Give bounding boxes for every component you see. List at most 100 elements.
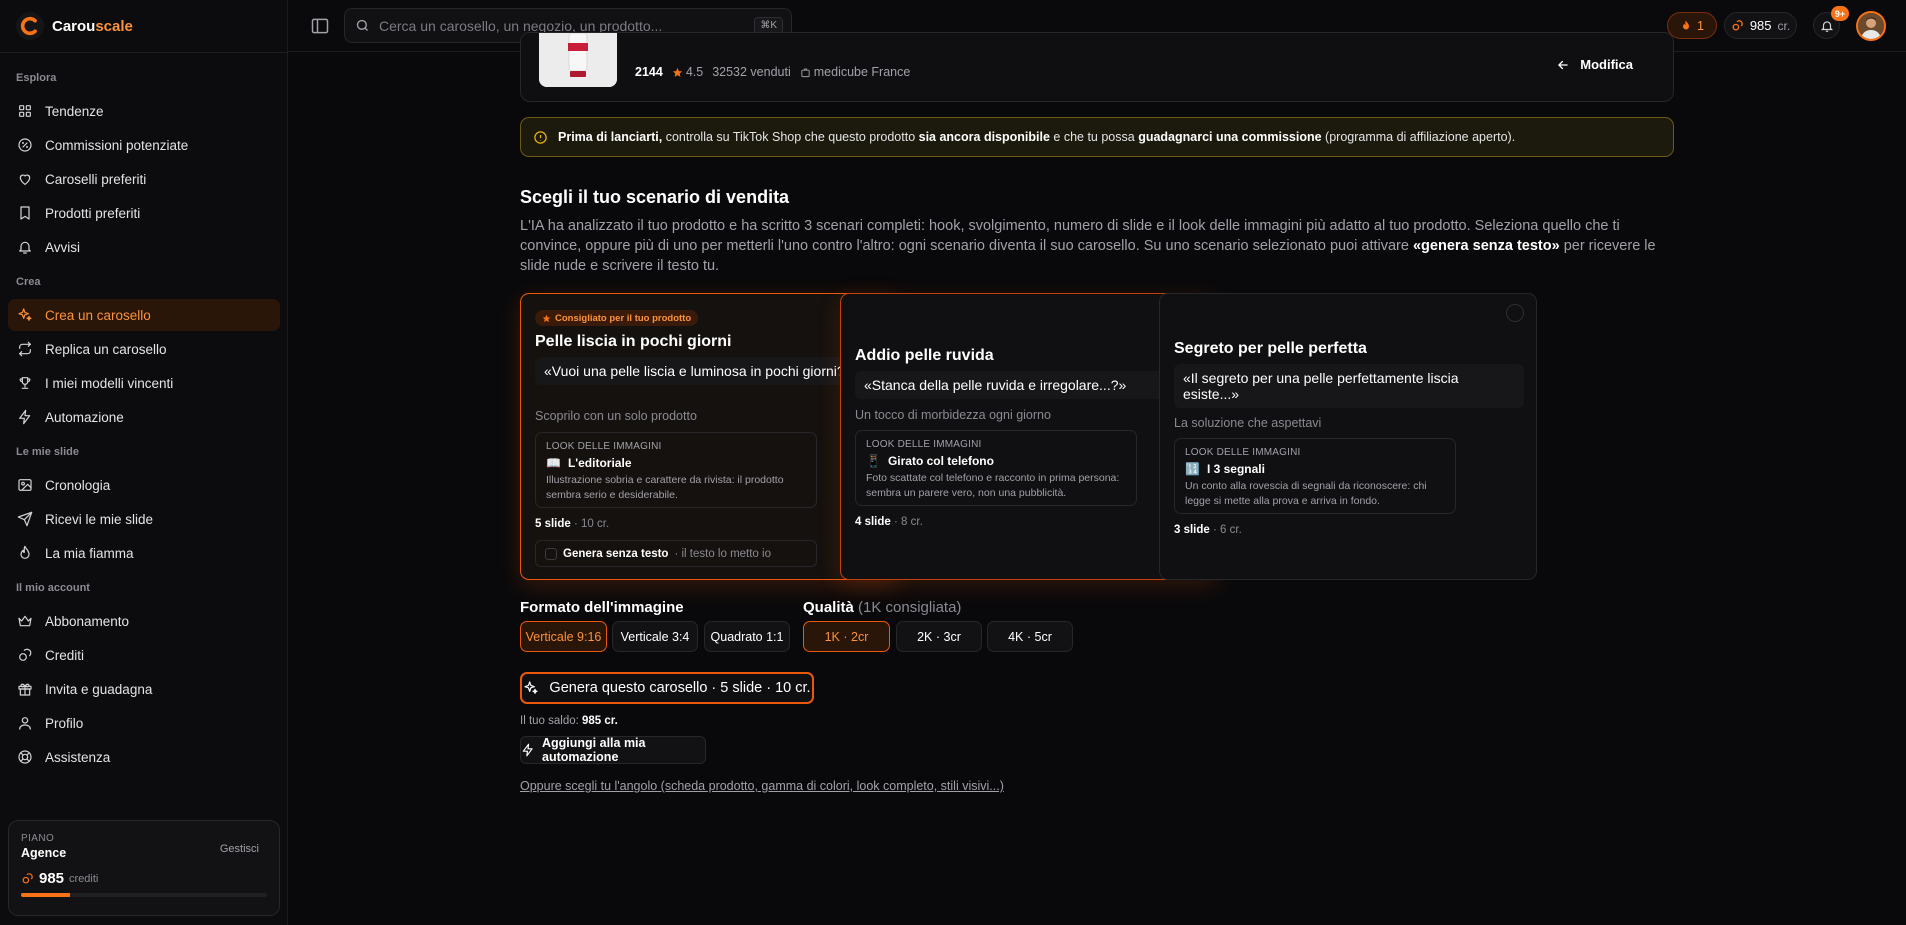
avatar[interactable] <box>1856 11 1886 41</box>
repeat-icon <box>17 341 33 357</box>
sidebar-item-caroselli-preferiti[interactable]: Caroselli preferiti <box>8 163 280 195</box>
alert-text: Prima di lanciarti, controlla su TikTok … <box>558 130 1516 144</box>
product-id: 2144 <box>635 65 663 79</box>
generate-carousel-button[interactable]: Genera questo carosello · 5 slide · 10 c… <box>520 672 814 704</box>
phone-icon: 📱 <box>866 454 881 468</box>
sidebar-item-assistenza[interactable]: Assistenza <box>8 741 280 773</box>
sparkles-icon <box>523 680 539 696</box>
sidebar-item-label: Replica un carosello <box>45 341 167 357</box>
scenario-subtitle: Un tocco di morbidezza ogni giorno <box>855 408 1051 422</box>
sidebar-item-la-mia-fiamma[interactable]: La mia fiamma <box>8 537 280 569</box>
scenario-hook: «Stanca della pelle ruvida e irregolare.… <box>855 371 1205 399</box>
trophy-icon <box>17 375 33 391</box>
scenario-hook: «Il segreto per una pelle perfettamente … <box>1174 364 1524 408</box>
format-option-3-4[interactable]: Verticale 3:4 <box>612 621 698 652</box>
format-option-9-16[interactable]: Verticale 9:16 <box>520 621 607 652</box>
scenario-card-3[interactable]: Segreto per pelle perfetta «Il segreto p… <box>1159 293 1537 580</box>
quality-option-4k[interactable]: 4K · 5cr <box>987 621 1073 652</box>
product-meta: 2144 4.5 32532 venduti medicube France <box>635 65 910 79</box>
quality-option-2k[interactable]: 2K · 3cr <box>896 621 982 652</box>
sidebar-item-label: I miei modelli vincenti <box>45 375 174 391</box>
scenario-title: Pelle liscia in pochi giorni <box>535 333 732 350</box>
logo[interactable]: Carouscale <box>16 12 133 40</box>
balance-text: Il tuo saldo: 985 cr. <box>520 715 618 727</box>
search-icon <box>355 18 370 33</box>
sidebar-item-automazione[interactable]: Automazione <box>8 401 280 433</box>
sidebar: Carouscale Esplora Tendenze Commissioni po… <box>0 0 288 925</box>
look-name: 📖 L'editoriale <box>546 456 632 470</box>
look-name: 🔢 I 3 segnali <box>1185 462 1265 476</box>
sidebar-section-title: Le mie slide <box>16 446 79 458</box>
sidebar-toggle-icon[interactable] <box>310 16 330 36</box>
notifications-button[interactable]: 9+ <box>1813 6 1849 39</box>
product-thumbnail <box>539 33 617 87</box>
sidebar-item-ricevi-le-mie-slide[interactable]: Ricevi le mie slide <box>8 503 280 535</box>
bookmark-icon <box>17 205 33 221</box>
sidebar-item-tendenze[interactable]: Tendenze <box>8 95 280 127</box>
availability-alert: Prima di lanciarti, controlla su TikTok … <box>520 117 1674 157</box>
scenario-slides: 4 slide · 8 cr. <box>855 516 923 528</box>
product-shop[interactable]: medicube France <box>800 65 910 79</box>
format-option-1-1[interactable]: Quadrato 1:1 <box>704 621 790 652</box>
streak-button[interactable]: 1 <box>1667 12 1717 39</box>
sidebar-section-title: Esplora <box>16 72 57 84</box>
quality-option-1k[interactable]: 1K · 2cr <box>803 621 890 652</box>
sidebar-item-avvisi[interactable]: Avvisi <box>8 231 280 263</box>
sidebar-item-profilo[interactable]: Profilo <box>8 707 280 739</box>
sidebar-section-title: Crea <box>16 276 41 288</box>
sidebar-section-title: Il mio account <box>16 582 90 594</box>
info-icon <box>533 130 548 145</box>
modify-label: Modifica <box>1580 57 1633 72</box>
plan-card: PIANO Agence Gestisci 985 crediti <box>8 820 280 916</box>
sidebar-item-cronologia[interactable]: Cronologia <box>8 469 280 501</box>
star-icon <box>542 314 551 323</box>
plan-usage-bar <box>21 893 267 897</box>
look-description: Foto scattate col telefono e racconto in… <box>866 472 1120 499</box>
manage-plan-link[interactable]: Gestisci <box>220 843 259 855</box>
product-rating: 4.5 <box>672 65 703 79</box>
sidebar-item-i-miei-modelli-vincenti[interactable]: I miei modelli vincenti <box>8 367 280 399</box>
credits-value: 985 <box>1749 18 1772 33</box>
sidebar-item-replica-un-carosello[interactable]: Replica un carosello <box>8 333 280 365</box>
scenario-subtitle: Scoprilo con un solo prodotto <box>535 409 697 423</box>
sidebar-item-label: Cronologia <box>45 477 111 493</box>
scenario-section-title: Scegli il tuo scenario di vendita <box>520 187 790 207</box>
add-to-automation-button[interactable]: Aggiungi alla mia automazione <box>520 736 706 764</box>
image-look-box: LOOK DELLE IMMAGINI 📱 Girato col telefono… <box>855 430 1137 506</box>
sidebar-item-label: Crediti <box>45 647 85 663</box>
select-radio-icon[interactable] <box>1506 304 1524 322</box>
zap-icon <box>521 743 535 757</box>
sidebar-item-crea-un-carosello[interactable]: Crea un carosello <box>8 299 280 331</box>
sidebar-item-label: Commissioni potenziate <box>45 137 189 153</box>
plan-usage-fill <box>21 893 71 897</box>
zap-icon <box>17 409 33 425</box>
sidebar-item-prodotti-preferiti[interactable]: Prodotti preferiti <box>8 197 280 229</box>
book-icon: 📖 <box>546 456 561 470</box>
product-card: 2144 4.5 32532 venduti medicube France M… <box>520 32 1674 102</box>
coins-icon <box>17 647 33 663</box>
modify-button[interactable]: Modifica <box>1556 57 1633 72</box>
sidebar-item-crediti[interactable]: Crediti <box>8 639 280 671</box>
no-text-checkbox[interactable] <box>545 547 557 560</box>
streak-count: 1 <box>1696 18 1705 33</box>
sidebar-item-label: Crea un carosello <box>45 307 151 323</box>
bell-icon <box>17 239 33 255</box>
scenario-section-description: L'IA ha analizzato il tuo prodotto e ha … <box>520 218 1656 274</box>
look-label: LOOK DELLE IMMAGINI <box>1185 447 1301 458</box>
generate-label: Genera questo carosello · 5 slide · 10 c… <box>549 680 811 696</box>
credits-button[interactable]: 985 cr. <box>1724 12 1797 39</box>
sidebar-item-invita-e-guadagna[interactable]: Invita e guadagna <box>8 673 280 705</box>
grid-icon <box>17 103 33 119</box>
sidebar-item-abbonamento[interactable]: Abbonamento <box>8 605 280 637</box>
sidebar-item-commissioni-potenziate[interactable]: Commissioni potenziate <box>8 129 280 161</box>
choose-angle-link[interactable]: Oppure scegli tu l'angolo (scheda prodot… <box>520 779 1004 793</box>
sidebar-divider <box>0 52 288 53</box>
sidebar-item-label: Ricevi le mie slide <box>45 511 154 527</box>
percent-icon <box>17 137 33 153</box>
credits-unit: cr. <box>1777 18 1791 33</box>
app-name: Carouscale <box>52 17 133 35</box>
logo-icon <box>16 12 44 40</box>
sidebar-item-label: Tendenze <box>45 103 104 119</box>
scenario-slides: 3 slide · 6 cr. <box>1174 524 1242 536</box>
no-text-toggle[interactable]: Genera senza testo · il testo lo metto i… <box>535 540 817 567</box>
